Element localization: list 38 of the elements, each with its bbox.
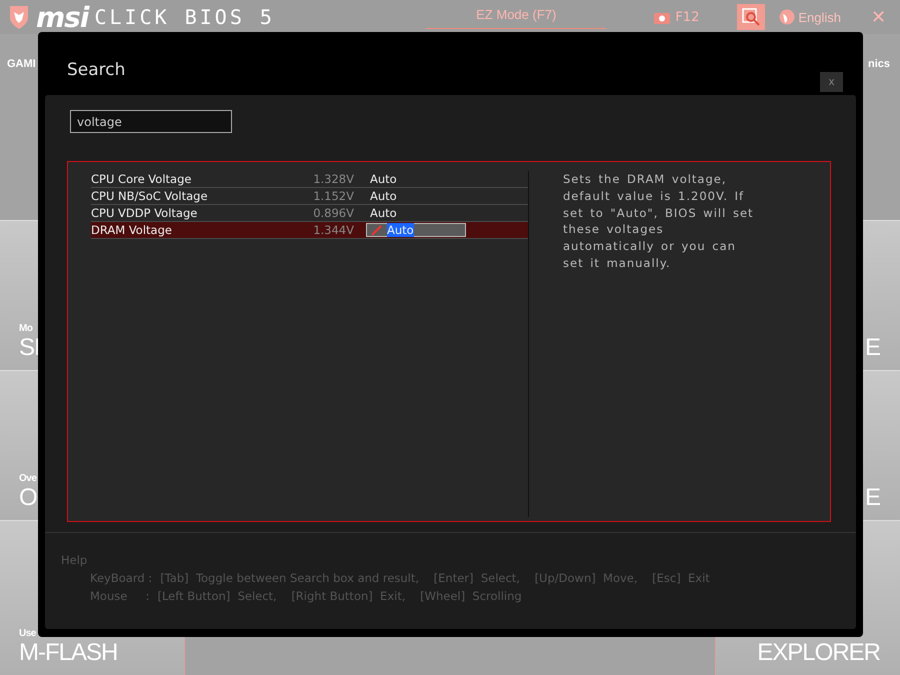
tile-title: M-FLASH [19,639,118,667]
tile-caption: Use [19,628,36,639]
tile-caption: Mo [19,323,32,334]
close-button[interactable]: x [820,72,843,92]
product-name: CLICK BIOS 5 [94,5,275,29]
setting-name: DRAM Voltage [91,223,173,237]
result-row[interactable]: DRAM Voltage 1.344V Auto [91,222,528,239]
setting-name: CPU NB/SoC Voltage [91,189,209,203]
setting-value[interactable]: Auto [366,206,466,220]
setting-name: CPU VDDP Voltage [91,206,198,220]
tile-title: O [19,484,37,512]
help-title: Help [61,552,88,569]
tile-title: E [864,484,880,512]
help-label: KeyBoard : [90,570,152,587]
setting-name: CPU Core Voltage [91,172,192,186]
dialog-title: Search [67,60,126,80]
help-text: [Left Button] Select, [Right Button] Exit, [Wheel] Scrolling [157,588,522,605]
tile-caption: Ove [19,473,36,484]
tile-title: E [864,334,880,362]
pencil-icon [371,224,383,236]
help-text: [Tab] Toggle between Search box and result, [Enter] Select, [Up/Down] Move, [Esc] Exit [160,570,710,587]
voltage-reading: 1.344V [312,223,354,237]
voltage-reading: 1.328V [312,172,354,186]
search-field[interactable]: voltage [70,110,232,133]
setting-value[interactable]: Auto [366,172,466,186]
f12-label: F12 [675,10,700,24]
description-text: Sets the DRAM voltage, default value is 1.200V. If set to "Auto", BIOS will set these voltages automatically or you can set it manually. [562,171,755,272]
result-row[interactable]: CPU Core Voltage 1.328V Auto [91,171,528,188]
voltage-reading: 0.896V [312,206,354,220]
voltage-reading: 1.152V [312,189,354,203]
search-button[interactable] [737,4,766,30]
setting-field[interactable]: Auto [366,223,466,237]
camera-icon[interactable] [654,10,670,24]
setting-value[interactable]: Auto [366,189,466,203]
tile-title: EXPLORER [757,639,880,667]
help-label: Mouse : [90,588,150,605]
result-row[interactable]: CPU NB/SoC Voltage 1.152V Auto [91,188,528,205]
logo: msi [36,0,88,34]
